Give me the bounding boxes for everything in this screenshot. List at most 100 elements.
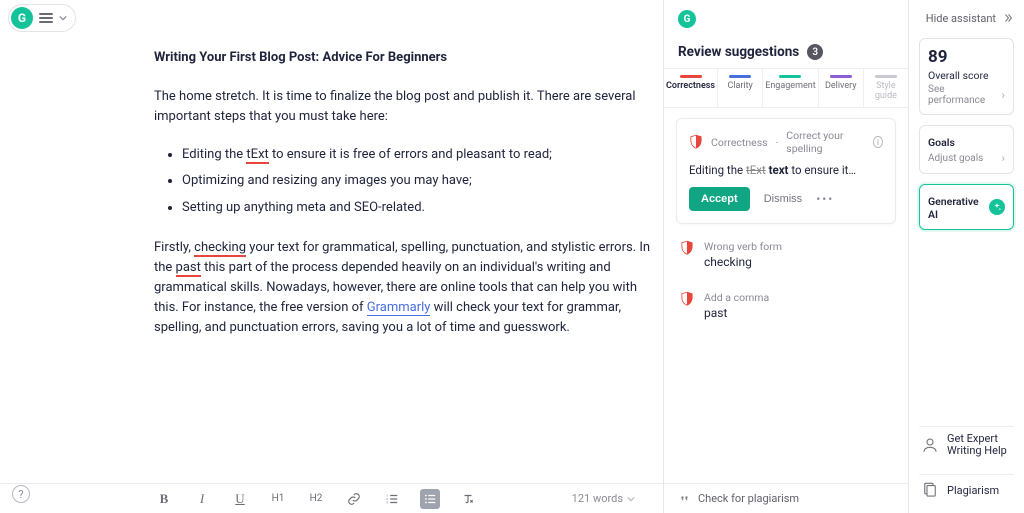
suggestion-card-expanded[interactable]: Correctness · Correct your spelling i Ed… — [676, 118, 896, 224]
list-item[interactable]: Setting up anything meta and SEO-related… — [182, 198, 663, 218]
dismiss-button[interactable]: Dismiss — [764, 193, 803, 205]
tab-clarity[interactable]: Clarity — [718, 69, 763, 107]
tab-delivery[interactable]: Delivery — [819, 69, 864, 107]
tab-label: Engagement — [765, 81, 815, 91]
footer-label: Check for plagiarism — [698, 492, 799, 505]
caret-down-icon — [59, 14, 67, 22]
expert-help-button[interactable]: Get Expert Writing Help — [919, 426, 1014, 464]
text: Setting up anything meta and SEO-related… — [182, 200, 425, 215]
grammarly-logo-icon: G — [678, 10, 696, 28]
menu-icon — [39, 13, 53, 23]
grammarly-logo-icon: G — [11, 7, 33, 29]
tab-label: Delivery — [825, 81, 857, 91]
goals-title: Goals — [928, 136, 1005, 149]
text: Editing the — [182, 147, 246, 162]
plagiarism-icon — [921, 481, 939, 499]
logo-menu-pill[interactable]: G — [8, 4, 76, 32]
adjust-goals-label: Adjust goals — [928, 153, 983, 164]
strike-text: tExt — [746, 163, 766, 177]
plagiarism-button[interactable]: Plagiarism — [919, 474, 1014, 505]
paragraph[interactable]: The home stretch. It is time to finalize… — [154, 87, 663, 127]
word-count-text: 121 words — [572, 492, 623, 505]
editor-column: G Writing Your First Blog Post: Advice F… — [0, 0, 664, 513]
paragraph[interactable]: Firstly, checking your text for grammati… — [154, 238, 663, 339]
check-plagiarism-button[interactable]: Check for plagiarism — [664, 483, 908, 513]
list-item[interactable]: Optimizing and resizing any images you m… — [182, 171, 663, 191]
numbered-list-icon: 123 — [385, 492, 399, 506]
assistant-rail: Hide assistant 89 Overall score See perf… — [909, 0, 1024, 513]
bullet-list[interactable]: Editing the tExt to ensure it is free of… — [182, 145, 663, 217]
quote-icon — [678, 493, 690, 505]
italic-button[interactable]: I — [192, 489, 212, 509]
format-toolbar: B I U H1 H2 123 121 words — [0, 483, 663, 513]
document[interactable]: Writing Your First Blog Post: Advice For… — [154, 36, 663, 338]
see-performance-label: See performance — [928, 84, 1001, 106]
score-card[interactable]: 89 Overall score See performance› — [919, 38, 1014, 115]
card-rule: Correct your spelling — [786, 129, 865, 155]
text: to ensure it… — [788, 163, 856, 177]
shield-icon — [680, 291, 694, 307]
suggestion-cards: Correctness · Correct your spelling i Ed… — [664, 108, 908, 483]
grammar-error[interactable]: past — [176, 260, 201, 277]
tab-style-guide[interactable]: Style guide — [864, 69, 908, 107]
chevrons-right-icon — [1002, 12, 1014, 24]
chevron-right-icon: › — [1001, 88, 1005, 102]
editor-topbar: G — [0, 0, 663, 36]
link-button[interactable] — [344, 489, 364, 509]
card-rule: Wrong verb form — [704, 240, 782, 253]
plagiarism-label: Plagiarism — [947, 484, 999, 497]
bullet-list-icon — [423, 492, 437, 506]
card-rule: Add a comma — [704, 291, 769, 304]
suggested-text: text — [769, 163, 789, 177]
spelling-error[interactable]: tExt — [246, 147, 268, 164]
grammar-error[interactable]: checking — [194, 240, 246, 257]
caret-down-icon — [627, 495, 635, 503]
heading2-button[interactable]: H2 — [306, 489, 326, 509]
suggestions-panel: G Review suggestions 3 Correctness Clari… — [664, 0, 909, 513]
link-grammarly[interactable]: Grammarly — [367, 300, 431, 316]
goals-card[interactable]: Goals Adjust goals › — [919, 125, 1014, 174]
text: Firstly, — [154, 240, 194, 255]
tab-label: Clarity — [727, 81, 752, 91]
suggestion-card-collapsed[interactable]: Add a comma past — [676, 285, 896, 326]
expert-icon — [921, 436, 939, 454]
tab-label: Style guide — [866, 81, 906, 101]
card-category: Correctness — [711, 136, 768, 149]
underline-button[interactable]: U — [230, 489, 250, 509]
shield-icon — [680, 240, 694, 256]
suggestion-card-collapsed[interactable]: Wrong verb form checking — [676, 234, 896, 275]
accept-button[interactable]: Accept — [689, 187, 750, 211]
link-icon — [347, 492, 361, 506]
suggestions-header: G Review suggestions 3 — [664, 0, 908, 68]
svg-text:3: 3 — [386, 500, 388, 504]
tab-correctness[interactable]: Correctness — [664, 69, 718, 107]
hide-assistant-button[interactable]: Hide assistant — [919, 8, 1014, 28]
expert-help-label-2: Writing Help — [947, 445, 1007, 458]
sparkle-icon — [989, 199, 1005, 215]
suggestion-count-badge: 3 — [807, 44, 823, 60]
tab-label: Correctness — [666, 81, 715, 91]
suggestion-tabs: Correctness Clarity Engagement Delivery … — [664, 68, 908, 108]
document-scroll-area[interactable]: Writing Your First Blog Post: Advice For… — [0, 36, 663, 483]
clear-formatting-button[interactable] — [458, 489, 478, 509]
bold-button[interactable]: B — [154, 489, 174, 509]
shield-icon — [689, 134, 703, 150]
info-icon[interactable]: i — [873, 136, 883, 148]
generative-ai-label: Generative AI — [928, 195, 989, 221]
text: Editing the — [689, 163, 746, 177]
text: Optimizing and resizing any images you m… — [182, 173, 472, 188]
more-options-button[interactable]: ••• — [816, 192, 834, 206]
list-item[interactable]: Editing the tExt to ensure it is free of… — [182, 145, 663, 165]
numbered-list-button[interactable]: 123 — [382, 489, 402, 509]
heading1-button[interactable]: H1 — [268, 489, 288, 509]
overall-score-label: Overall score — [928, 69, 1005, 82]
help-button[interactable]: ? — [12, 485, 30, 503]
chevron-right-icon: › — [1001, 151, 1005, 165]
generative-ai-card[interactable]: Generative AI — [919, 184, 1014, 230]
clear-format-icon — [461, 492, 475, 506]
tab-engagement[interactable]: Engagement — [763, 69, 818, 107]
word-count[interactable]: 121 words — [572, 492, 635, 505]
document-title[interactable]: Writing Your First Blog Post: Advice For… — [154, 50, 663, 65]
bullet-list-button[interactable] — [420, 489, 440, 509]
text: to ensure it is free of errors and pleas… — [269, 147, 552, 162]
